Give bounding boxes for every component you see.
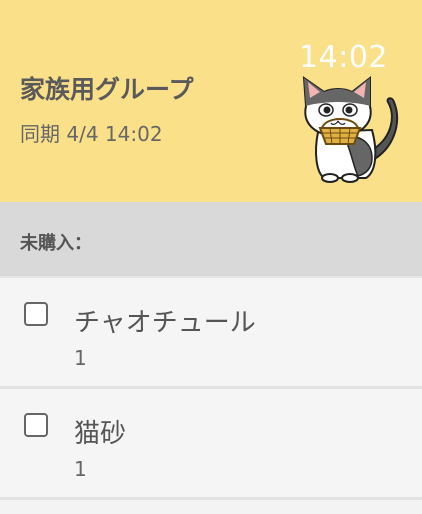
unpurchased-label: 未購入： (20, 233, 92, 254)
item-quantity: 1 (74, 457, 87, 481)
item-checkbox[interactable] (24, 302, 48, 326)
clock: 14:02 (299, 40, 388, 75)
item-quantity: 1 (74, 346, 87, 370)
cat-with-basket-icon (302, 75, 399, 183)
item-checkbox[interactable] (24, 413, 48, 437)
unpurchased-section-header: 未購入： 4 (0, 202, 422, 469)
item-name: チャオチュール (74, 308, 256, 338)
sync-status: 同期 4/4 14:02 (20, 122, 163, 146)
list-item[interactable]: 猫砂 1 (0, 389, 422, 500)
list-item[interactable]: チャオチュール 1 (0, 278, 422, 389)
item-name: 猫砂 (74, 419, 127, 449)
group-title: 家族用グループ (20, 75, 194, 104)
app-header: 14:02 家族用グループ 同期 4/4 14:02 (0, 0, 422, 202)
